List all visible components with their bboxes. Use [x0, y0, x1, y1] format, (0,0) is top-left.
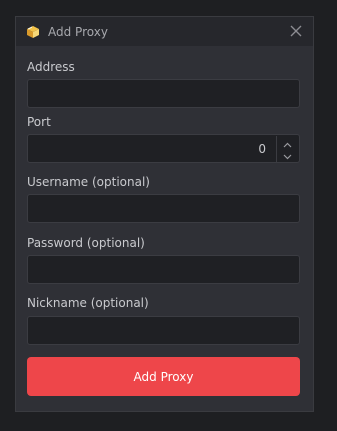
password-label: Password (optional) — [27, 236, 145, 250]
close-icon[interactable] — [287, 22, 305, 40]
window-title: Add Proxy — [48, 25, 108, 39]
address-label: Address — [27, 60, 75, 74]
port-field[interactable]: 0 — [27, 134, 300, 163]
username-field[interactable] — [27, 194, 300, 223]
titlebar: Add Proxy — [16, 17, 313, 46]
chevron-down-icon[interactable] — [277, 149, 298, 162]
port-label: Port — [27, 115, 51, 129]
add-proxy-button[interactable]: Add Proxy — [27, 357, 300, 396]
port-value: 0 — [258, 142, 266, 156]
nickname-field[interactable] — [27, 316, 300, 345]
port-stepper[interactable]: 0 — [27, 134, 300, 163]
add-proxy-dialog: Add Proxy Address Port 0 Username (optio… — [15, 16, 314, 412]
nickname-label: Nickname (optional) — [27, 296, 149, 310]
box-icon — [26, 24, 40, 38]
address-field[interactable] — [27, 79, 300, 108]
port-stepper-buttons — [276, 136, 298, 163]
password-field[interactable] — [27, 255, 300, 284]
username-label: Username (optional) — [27, 175, 150, 189]
chevron-up-icon[interactable] — [277, 136, 298, 149]
